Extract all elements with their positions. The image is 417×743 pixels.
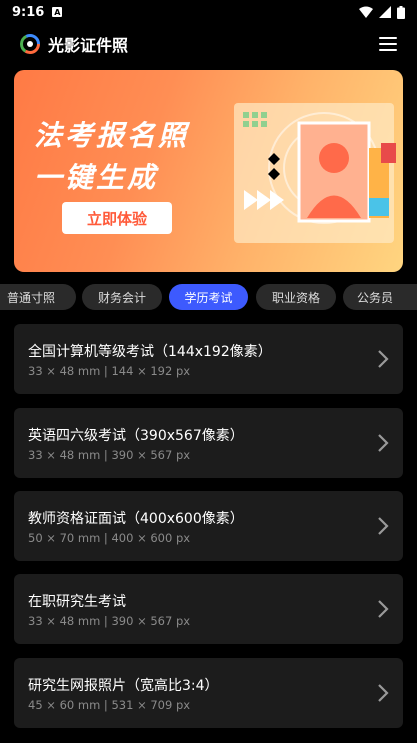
item-spec: 33 × 48 mm | 390 × 567 px [28, 614, 191, 628]
item-title: 全国计算机等级考试（144x192像素） [28, 344, 272, 360]
app-title: 光影证件照 [48, 36, 129, 55]
brand: 光影证件照 [20, 32, 128, 56]
item-spec: 50 × 70 mm | 400 × 600 px [28, 531, 191, 545]
list-item[interactable]: 在职研究生考试 33 × 48 mm | 390 × 567 px [14, 574, 403, 644]
item-title: 研究生网报照片（宽高比3:4） [28, 678, 219, 694]
list-item[interactable]: 英语四六级考试（390x567像素） 33 × 48 mm | 390 × 56… [14, 408, 403, 478]
item-spec: 45 × 60 mm | 531 × 709 px [28, 698, 191, 712]
banner-illustration [234, 103, 396, 243]
chevron-right-icon [378, 600, 389, 618]
item-title: 在职研究生考试 [28, 594, 126, 610]
tab-civil-service[interactable]: 公务员 [343, 284, 417, 310]
chevron-right-icon [378, 350, 389, 368]
tab-regular-photo[interactable]: 普通寸照 [0, 284, 76, 310]
list-item[interactable]: 研究生网报照片（宽高比3:4） 45 × 60 mm | 531 × 709 p… [14, 658, 403, 728]
item-title: 英语四六级考试（390x567像素） [28, 428, 244, 444]
status-time: 9:16 [12, 4, 45, 20]
chevron-right-icon [378, 434, 389, 452]
banner-subheadline: 一键生成 [34, 161, 159, 194]
tab-education-exam[interactable]: 学历考试 [169, 284, 248, 310]
list-item[interactable]: 教师资格证面试（400x600像素） 50 × 70 mm | 400 × 60… [14, 491, 403, 561]
signal-icon [379, 6, 391, 18]
item-title: 教师资格证面试（400x600像素） [28, 511, 244, 527]
banner-headline: 法考报名照 [34, 119, 190, 152]
status-left: 9:16 A [12, 4, 63, 20]
try-now-button[interactable]: 立即体验 [62, 202, 172, 234]
chevron-right-icon [378, 684, 389, 702]
tab-vocational[interactable]: 职业资格 [256, 284, 336, 310]
status-bar: 9:16 A [0, 0, 417, 24]
app-bar: 光影证件照 [0, 24, 417, 64]
tab-finance[interactable]: 财务会计 [82, 284, 162, 310]
promo-banner[interactable]: 法考报名照 一键生成 立即体验 [14, 70, 403, 272]
item-spec: 33 × 48 mm | 390 × 567 px [28, 448, 191, 462]
status-right [359, 5, 405, 19]
app-logo-icon [20, 34, 40, 54]
notification-icon: A [52, 7, 63, 17]
menu-icon[interactable] [379, 37, 397, 51]
list-item[interactable]: 全国计算机等级考试（144x192像素） 33 × 48 mm | 144 × … [14, 324, 403, 394]
battery-icon [397, 5, 405, 19]
item-spec: 33 × 48 mm | 144 × 192 px [28, 364, 191, 378]
chevron-right-icon [378, 517, 389, 535]
category-tabs: 普通寸照 财务会计 学历考试 职业资格 公务员 [0, 284, 417, 310]
wifi-icon [359, 6, 373, 18]
